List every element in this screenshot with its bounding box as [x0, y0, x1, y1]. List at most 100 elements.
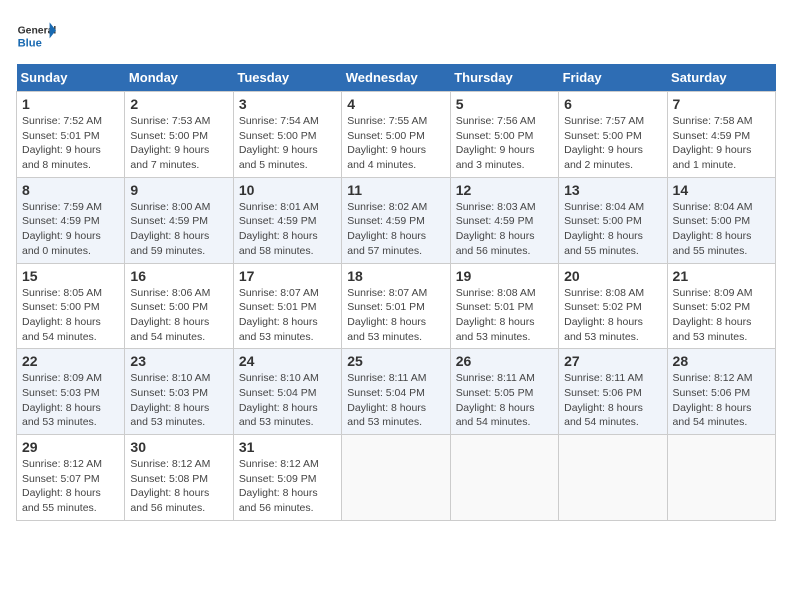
day-cell: 28Sunrise: 8:12 AM Sunset: 5:06 PM Dayli…	[667, 349, 775, 435]
page-header: General Blue	[16, 16, 776, 56]
day-cell: 6Sunrise: 7:57 AM Sunset: 5:00 PM Daylig…	[559, 92, 667, 178]
day-cell	[342, 435, 450, 521]
day-detail: Sunrise: 7:52 AM Sunset: 5:01 PM Dayligh…	[22, 114, 119, 173]
day-number: 26	[456, 353, 553, 369]
day-detail: Sunrise: 8:02 AM Sunset: 4:59 PM Dayligh…	[347, 200, 444, 259]
day-cell: 29 Sunrise: 8:12 AM Sunset: 5:07 PM Dayli…	[17, 435, 125, 521]
calendar-body: 1Sunrise: 7:52 AM Sunset: 5:01 PM Daylig…	[17, 92, 776, 521]
day-cell: 5 Sunrise: 7:56 AM Sunset: 5:00 PM Daylig…	[450, 92, 558, 178]
week-row-2: 8 Sunrise: 7:59 AM Sunset: 4:59 PM Daylig…	[17, 177, 776, 263]
day-number: 16	[130, 268, 227, 284]
day-detail: Sunrise: 7:53 AM Sunset: 5:00 PM Dayligh…	[130, 114, 227, 173]
day-number: 7	[673, 96, 770, 112]
day-cell: 14 Sunrise: 8:04 AM Sunset: 5:00 PM Dayli…	[667, 177, 775, 263]
day-number: 17	[239, 268, 336, 284]
day-cell: 15 Sunrise: 8:05 AM Sunset: 5:00 PM Dayli…	[17, 263, 125, 349]
day-cell: 7 Sunrise: 7:58 AM Sunset: 4:59 PM Daylig…	[667, 92, 775, 178]
column-header-wednesday: Wednesday	[342, 64, 450, 92]
day-detail: Sunrise: 8:12 AM Sunset: 5:08 PM Dayligh…	[130, 457, 227, 516]
day-detail: Sunrise: 7:59 AM Sunset: 4:59 PM Dayligh…	[22, 200, 119, 259]
day-detail: Sunrise: 8:09 AM Sunset: 5:02 PM Dayligh…	[673, 286, 770, 345]
day-number: 11	[347, 182, 444, 198]
day-detail: Sunrise: 8:01 AM Sunset: 4:59 PM Dayligh…	[239, 200, 336, 259]
day-number: 30	[130, 439, 227, 455]
day-number: 13	[564, 182, 661, 198]
day-number: 21	[673, 268, 770, 284]
day-cell: 23 Sunrise: 8:10 AM Sunset: 5:03 PM Dayli…	[125, 349, 233, 435]
column-header-monday: Monday	[125, 64, 233, 92]
day-number: 31	[239, 439, 336, 455]
day-detail: Sunrise: 8:04 AM Sunset: 5:00 PM Dayligh…	[564, 200, 661, 259]
day-detail: Sunrise: 8:11 AM Sunset: 5:05 PM Dayligh…	[456, 371, 553, 430]
day-cell: 21 Sunrise: 8:09 AM Sunset: 5:02 PM Dayli…	[667, 263, 775, 349]
day-cell: 25 Sunrise: 8:11 AM Sunset: 5:04 PM Dayli…	[342, 349, 450, 435]
day-number: 8	[22, 182, 119, 198]
day-number: 3	[239, 96, 336, 112]
day-detail: Sunrise: 7:58 AM Sunset: 4:59 PM Dayligh…	[673, 114, 770, 173]
day-detail: Sunrise: 8:10 AM Sunset: 5:04 PM Dayligh…	[239, 371, 336, 430]
day-cell: 30 Sunrise: 8:12 AM Sunset: 5:08 PM Dayli…	[125, 435, 233, 521]
svg-text:Blue: Blue	[18, 37, 42, 49]
day-cell: 9 Sunrise: 8:00 AM Sunset: 4:59 PM Daylig…	[125, 177, 233, 263]
day-cell: 26 Sunrise: 8:11 AM Sunset: 5:05 PM Dayli…	[450, 349, 558, 435]
day-cell: 8 Sunrise: 7:59 AM Sunset: 4:59 PM Daylig…	[17, 177, 125, 263]
week-row-4: 22 Sunrise: 8:09 AM Sunset: 5:03 PM Dayli…	[17, 349, 776, 435]
day-detail: Sunrise: 8:07 AM Sunset: 5:01 PM Dayligh…	[347, 286, 444, 345]
header-row: SundayMondayTuesdayWednesdayThursdayFrid…	[17, 64, 776, 92]
week-row-1: 1Sunrise: 7:52 AM Sunset: 5:01 PM Daylig…	[17, 92, 776, 178]
day-cell: 24 Sunrise: 8:10 AM Sunset: 5:04 PM Dayli…	[233, 349, 341, 435]
day-detail: Sunrise: 7:56 AM Sunset: 5:00 PM Dayligh…	[456, 114, 553, 173]
day-cell: 17 Sunrise: 8:07 AM Sunset: 5:01 PM Dayli…	[233, 263, 341, 349]
day-cell: 13 Sunrise: 8:04 AM Sunset: 5:00 PM Dayli…	[559, 177, 667, 263]
day-cell: 4Sunrise: 7:55 AM Sunset: 5:00 PM Daylig…	[342, 92, 450, 178]
day-detail: Sunrise: 8:10 AM Sunset: 5:03 PM Dayligh…	[130, 371, 227, 430]
day-cell: 31 Sunrise: 8:12 AM Sunset: 5:09 PM Dayli…	[233, 435, 341, 521]
day-detail: Sunrise: 8:07 AM Sunset: 5:01 PM Dayligh…	[239, 286, 336, 345]
day-cell	[450, 435, 558, 521]
day-cell: 10 Sunrise: 8:01 AM Sunset: 4:59 PM Dayli…	[233, 177, 341, 263]
day-cell: 2Sunrise: 7:53 AM Sunset: 5:00 PM Daylig…	[125, 92, 233, 178]
day-number: 12	[456, 182, 553, 198]
day-number: 14	[673, 182, 770, 198]
day-number: 25	[347, 353, 444, 369]
day-cell: 1Sunrise: 7:52 AM Sunset: 5:01 PM Daylig…	[17, 92, 125, 178]
day-number: 5	[456, 96, 553, 112]
column-header-saturday: Saturday	[667, 64, 775, 92]
day-number: 10	[239, 182, 336, 198]
day-number: 15	[22, 268, 119, 284]
day-detail: Sunrise: 8:11 AM Sunset: 5:04 PM Dayligh…	[347, 371, 444, 430]
day-number: 18	[347, 268, 444, 284]
day-detail: Sunrise: 8:11 AM Sunset: 5:06 PM Dayligh…	[564, 371, 661, 430]
day-cell	[559, 435, 667, 521]
column-header-sunday: Sunday	[17, 64, 125, 92]
day-cell: 19 Sunrise: 8:08 AM Sunset: 5:01 PM Dayli…	[450, 263, 558, 349]
day-detail: Sunrise: 8:08 AM Sunset: 5:01 PM Dayligh…	[456, 286, 553, 345]
day-number: 29	[22, 439, 119, 455]
day-number: 22	[22, 353, 119, 369]
day-number: 24	[239, 353, 336, 369]
day-number: 23	[130, 353, 227, 369]
day-detail: Sunrise: 8:12 AM Sunset: 5:09 PM Dayligh…	[239, 457, 336, 516]
logo-icon: General Blue	[16, 16, 56, 56]
day-cell: 22 Sunrise: 8:09 AM Sunset: 5:03 PM Dayli…	[17, 349, 125, 435]
day-cell: 16Sunrise: 8:06 AM Sunset: 5:00 PM Dayli…	[125, 263, 233, 349]
logo: General Blue	[16, 16, 60, 56]
day-detail: Sunrise: 8:05 AM Sunset: 5:00 PM Dayligh…	[22, 286, 119, 345]
day-cell: 27 Sunrise: 8:11 AM Sunset: 5:06 PM Dayli…	[559, 349, 667, 435]
day-detail: Sunrise: 8:09 AM Sunset: 5:03 PM Dayligh…	[22, 371, 119, 430]
day-number: 19	[456, 268, 553, 284]
day-cell: 12Sunrise: 8:03 AM Sunset: 4:59 PM Dayli…	[450, 177, 558, 263]
day-cell: 20Sunrise: 8:08 AM Sunset: 5:02 PM Dayli…	[559, 263, 667, 349]
day-number: 27	[564, 353, 661, 369]
day-detail: Sunrise: 7:55 AM Sunset: 5:00 PM Dayligh…	[347, 114, 444, 173]
day-detail: Sunrise: 8:12 AM Sunset: 5:07 PM Dayligh…	[22, 457, 119, 516]
day-detail: Sunrise: 8:00 AM Sunset: 4:59 PM Dayligh…	[130, 200, 227, 259]
calendar-header: SundayMondayTuesdayWednesdayThursdayFrid…	[17, 64, 776, 92]
day-number: 28	[673, 353, 770, 369]
day-detail: Sunrise: 8:04 AM Sunset: 5:00 PM Dayligh…	[673, 200, 770, 259]
day-cell: 3Sunrise: 7:54 AM Sunset: 5:00 PM Daylig…	[233, 92, 341, 178]
column-header-thursday: Thursday	[450, 64, 558, 92]
day-cell: 18 Sunrise: 8:07 AM Sunset: 5:01 PM Dayli…	[342, 263, 450, 349]
day-number: 9	[130, 182, 227, 198]
day-number: 6	[564, 96, 661, 112]
